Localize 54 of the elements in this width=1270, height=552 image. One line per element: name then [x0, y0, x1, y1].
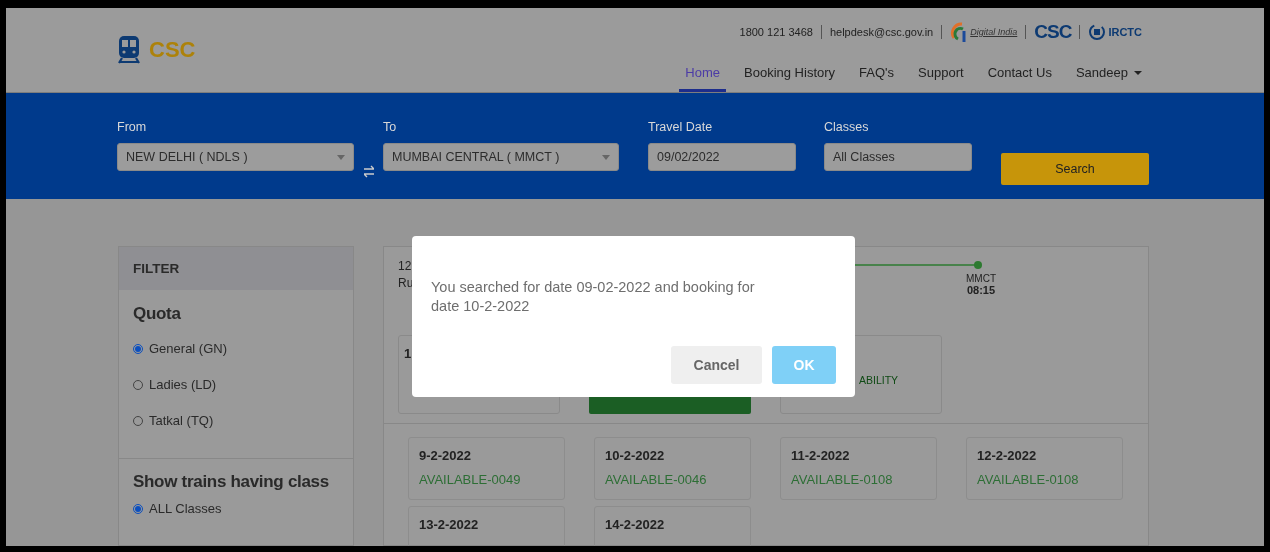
date-text: 11-2-2022 [791, 448, 851, 463]
phone-number: 1800 121 3468 [739, 26, 813, 38]
section-title: Quota [133, 304, 182, 324]
date-text: 14-2-2022 [605, 517, 666, 532]
date-card[interactable]: 10-2-2022 AVAILABLE-0046 [594, 437, 751, 500]
section-title: Show trains having class [133, 472, 330, 492]
nav-link[interactable]: FAQ's [853, 56, 901, 92]
search-button[interactable]: Search [1001, 153, 1149, 185]
cancel-button[interactable]: Cancel [671, 346, 762, 384]
train-number-text: 12 [398, 259, 413, 273]
date-card[interactable]: 14-2-2022 [594, 506, 751, 546]
radio-label[interactable]: ALL Classes [149, 501, 222, 516]
dropdown-caret-icon [337, 154, 345, 160]
user-menu[interactable]: Sandeep [1069, 56, 1148, 92]
partner-logo-text: Digital India [970, 27, 1018, 37]
class-select[interactable]: All Classes [824, 143, 972, 171]
swap-icon[interactable] [363, 164, 374, 178]
station-dropdown[interactable]: NEW DELHI ( NDLS ) [117, 143, 354, 171]
availability-text: AVAILABLE-0108 [977, 472, 1080, 487]
nav-link[interactable]: Booking History [738, 56, 842, 92]
radio-label[interactable]: Tatkal (TQ) [149, 413, 214, 428]
dialog-message: You searched for date 09-02-2022 and booking for date 10-2-2022 [431, 278, 756, 316]
date-text: 9-2-2022 [419, 448, 473, 463]
date-text: 13-2-2022 [419, 517, 480, 532]
rail-emblem-icon [1088, 23, 1107, 41]
date-card[interactable]: 9-2-2022 AVAILABLE-0049 [408, 437, 565, 500]
partner-logo-text: IRCTC [1108, 26, 1142, 38]
swirl-icon [950, 21, 969, 43]
date-card[interactable]: 11-2-2022 AVAILABLE-0108 [780, 437, 937, 500]
radio-label[interactable]: General (GN) [149, 341, 228, 356]
date-field[interactable]: 09/02/2022 [648, 143, 796, 171]
dropdown-caret-icon [602, 154, 610, 160]
nav-link[interactable]: Support [912, 56, 970, 92]
station-dropdown[interactable]: MUMBAI CENTRAL ( MMCT ) [383, 143, 619, 171]
arrival-time: 08:15 [966, 284, 996, 296]
station-code: MMCT [966, 273, 996, 284]
field-label: To [383, 120, 398, 136]
partner-logo-text: CSC [1034, 21, 1072, 43]
caret-icon [1134, 70, 1142, 75]
availability-text: AVAILABLE-0046 [605, 472, 708, 487]
date-text: 12-2-2022 [977, 448, 1038, 463]
date-card[interactable]: 12-2-2022 AVAILABLE-0108 [966, 437, 1123, 500]
availability-text: AVAILABLE-0108 [791, 472, 894, 487]
nav-link[interactable]: Contact Us [981, 56, 1058, 92]
field-label: From [117, 120, 148, 136]
date-text: 10-2-2022 [605, 448, 666, 463]
panel-header: FILTER [119, 247, 353, 290]
field-label: Classes [824, 120, 870, 136]
email-link[interactable]: helpdesk@csc.gov.in [829, 26, 934, 38]
availability-text: AVAILABLE-0049 [419, 472, 522, 487]
train-icon [117, 36, 141, 64]
date-card[interactable]: 13-2-2022 [408, 506, 565, 546]
radio-label[interactable]: Ladies (LD) [149, 377, 217, 392]
field-label: Travel Date [648, 120, 714, 136]
